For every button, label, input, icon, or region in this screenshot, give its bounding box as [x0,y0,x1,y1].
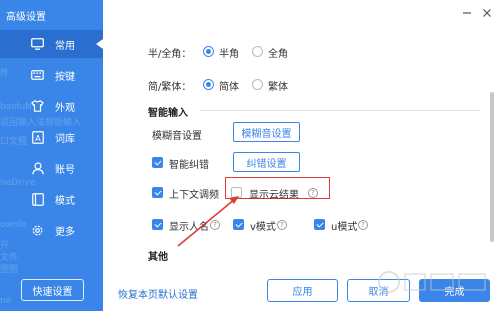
full-width-option-label: 全角 [268,49,288,60]
sidebar-item-label: 常用 [55,40,75,52]
help-icon[interactable]: ? [308,188,318,198]
settings-panel: 半/全角： 半角 全角 简/繁体： 简体 繁体 智能输入 模糊音设置 模糊音设置… [103,0,500,311]
help-icon[interactable]: ? [277,220,287,230]
sidebar-item-label: 外观 [55,102,75,114]
full-width-radio[interactable] [252,46,263,57]
sidebar-item-label: 按键 [55,71,75,83]
other-section-title: 其他 [148,252,168,263]
sidebar-item-keys[interactable]: 按键 [0,61,103,89]
ghost-text: 图图 [0,265,19,275]
smart-input-section-title: 智能输入 [148,108,188,119]
v-mode-checkbox[interactable] [233,219,244,230]
scrollbar[interactable] [490,92,494,242]
half-width-option-label: 半角 [219,49,239,60]
sidebar-item-mode[interactable]: 模式 [0,185,103,213]
autocorrect-settings-button[interactable]: 纠错设置 [233,152,300,172]
cancel-button[interactable]: 取消 [347,279,410,302]
u-mode-label: u模式 [331,222,358,233]
context-freq-checkbox[interactable] [152,187,163,198]
shirt-icon [31,100,44,113]
show-names-label: 显示人名 [169,222,209,233]
apply-button[interactable]: 应用 [267,279,338,302]
sidebar-item-appearance[interactable]: 外观 [0,92,103,120]
user-icon [31,161,44,175]
context-freq-label: 上下文调频 [169,190,219,201]
keyboard-icon [31,69,44,82]
show-names-checkbox[interactable] [152,219,163,230]
show-cloud-results-checkbox[interactable] [231,187,242,198]
sidebar-item-label: 更多 [55,226,75,238]
help-icon[interactable]: ? [210,220,220,230]
sidebar-item-more[interactable]: 更多 [0,216,103,244]
traditional-radio[interactable] [252,79,263,90]
svg-text:A: A [35,134,41,143]
half-width-radio[interactable] [203,46,214,57]
traditional-option-label: 繁体 [268,82,288,93]
sidebar: neDrive baiduN 返回输入法智能输入 口文程 neDrive own… [0,0,103,311]
width-mode-label: 半/全角： [148,49,192,60]
sidebar-item-dictionary[interactable]: A 词库 [0,123,103,151]
gear-icon [31,224,44,237]
sidebar-item-account[interactable]: 账号 [0,154,103,182]
fuzzy-setting-button[interactable]: 模糊音设置 [233,122,300,142]
simplified-radio[interactable] [203,79,214,90]
monitor-icon [31,38,44,51]
ghost-text: ne [0,296,12,306]
help-icon[interactable]: ? [358,220,368,230]
mode-icon [31,192,44,206]
u-mode-checkbox[interactable] [314,219,325,230]
dictionary-icon: A [31,130,44,144]
sidebar-item-common[interactable]: 常用 [0,30,103,58]
autocorrect-checkbox[interactable] [152,157,163,168]
quick-settings-button[interactable]: 快速设置 [21,279,84,301]
sidebar-item-label: 账号 [55,164,75,176]
restore-defaults-link[interactable]: 恢复本页默认设置 [118,286,198,301]
script-mode-label: 简/繁体： [148,82,192,93]
show-cloud-results-label: 显示云结果 [249,190,299,201]
window-title: 高级设置 [6,12,46,23]
autocorrect-label: 智能纠错 [169,160,209,171]
section-divider [200,110,480,111]
simplified-option-label: 简体 [219,82,239,93]
done-button[interactable]: 完成 [419,279,490,302]
sidebar-item-label: 词库 [55,133,75,145]
v-mode-label: v模式 [250,222,276,233]
sidebar-item-label: 模式 [55,195,75,207]
fuzzy-setting-label: 模糊音设置 [152,131,202,142]
